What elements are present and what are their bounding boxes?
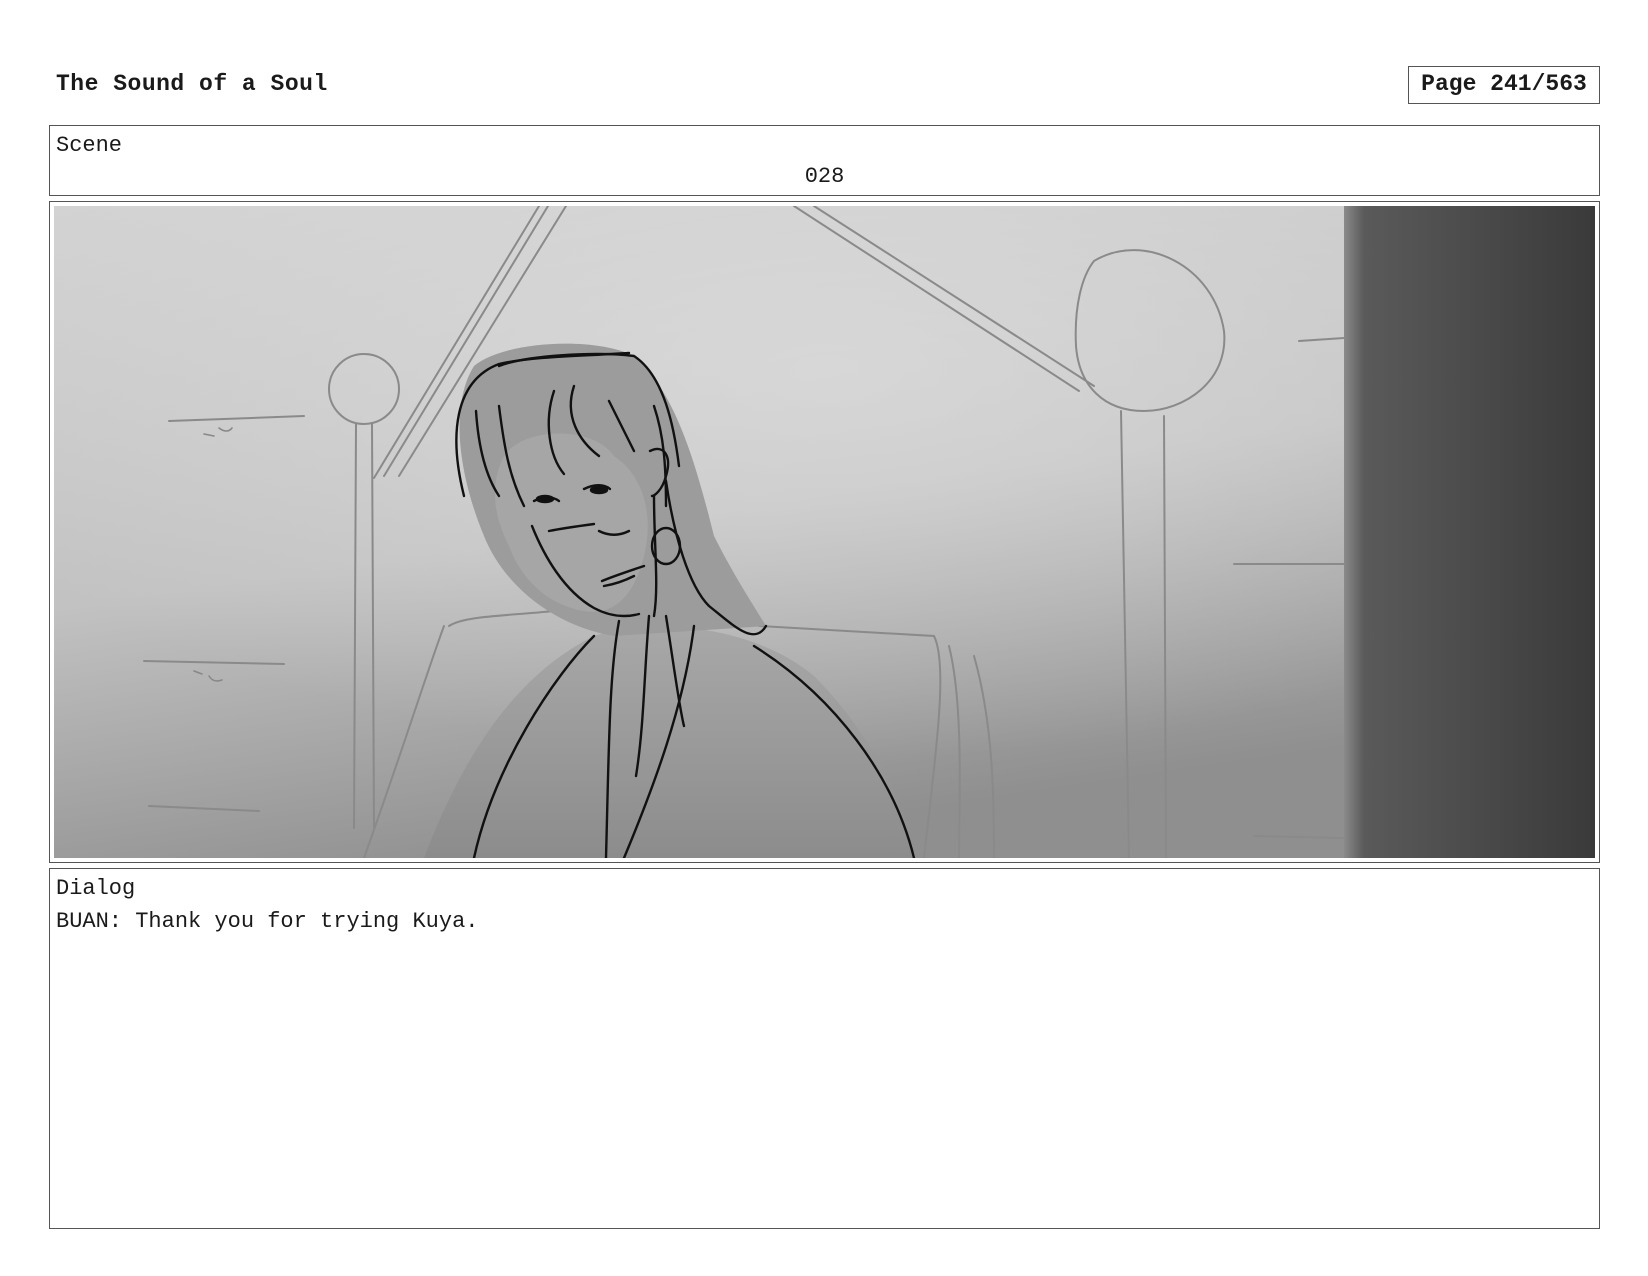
storyboard-sketch-image xyxy=(54,206,1595,858)
page-number: Page 241/563 xyxy=(1408,66,1600,104)
scene-label: Scene xyxy=(56,133,123,158)
dialog-section: Dialog BUAN: Thank you for trying Kuya. xyxy=(49,868,1600,1229)
dialog-label: Dialog xyxy=(56,876,136,901)
scene-number: 028 xyxy=(804,164,845,189)
dialog-text: BUAN: Thank you for trying Kuya. xyxy=(56,909,479,934)
storyboard-title: The Sound of a Soul xyxy=(56,71,328,97)
scene-section: Scene 028 xyxy=(49,125,1600,196)
storyboard-panel xyxy=(49,201,1600,863)
